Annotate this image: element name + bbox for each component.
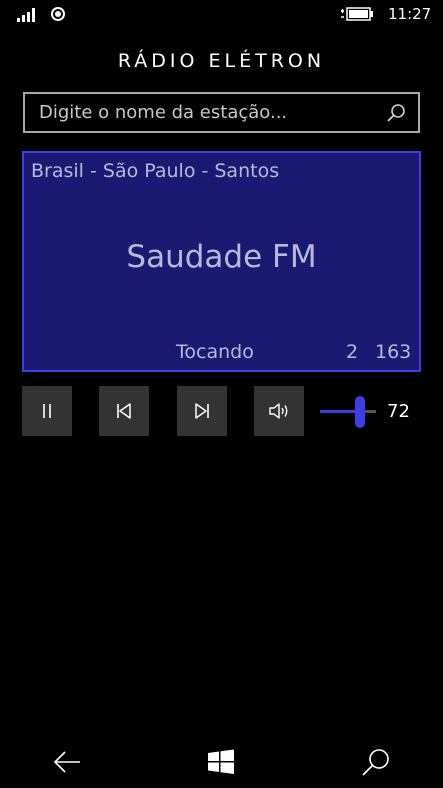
speaker-icon [269,403,288,419]
volume-slider[interactable] [320,396,376,428]
next-button[interactable] [177,386,227,436]
station-location: Brasil - São Paulo - Santos [31,160,280,182]
volume-value: 72 [387,401,410,422]
status-bar: 11:27 [0,0,443,30]
clock: 11:27 [388,5,432,23]
station-count: 163 [375,341,412,363]
station-index: 2 [346,341,359,363]
back-arrow-icon[interactable] [51,746,83,778]
station-card[interactable]: Brasil - São Paulo - Santos Saudade FM T… [22,151,421,372]
slider-fill [320,410,361,413]
skip-next-icon [195,403,209,419]
search-icon[interactable] [360,746,392,778]
windows-logo-icon[interactable] [205,746,237,778]
playback-status: Tocando [176,341,254,363]
search-box[interactable] [23,92,420,133]
skip-previous-icon [117,403,131,419]
volume-button[interactable] [254,386,304,436]
search-icon[interactable] [386,103,406,123]
signal-bars-icon [17,8,35,22]
wifi-icon [51,7,65,21]
search-input[interactable] [39,94,379,131]
previous-button[interactable] [99,386,149,436]
pause-icon [43,404,51,418]
app-title: RÁDIO ELÉTRON [117,50,326,72]
slider-thumb[interactable] [355,396,366,428]
station-name: Saudade FM [126,239,317,275]
pause-button[interactable] [22,386,72,436]
battery-charging-icon [341,7,373,21]
navigation-bar [0,736,443,788]
